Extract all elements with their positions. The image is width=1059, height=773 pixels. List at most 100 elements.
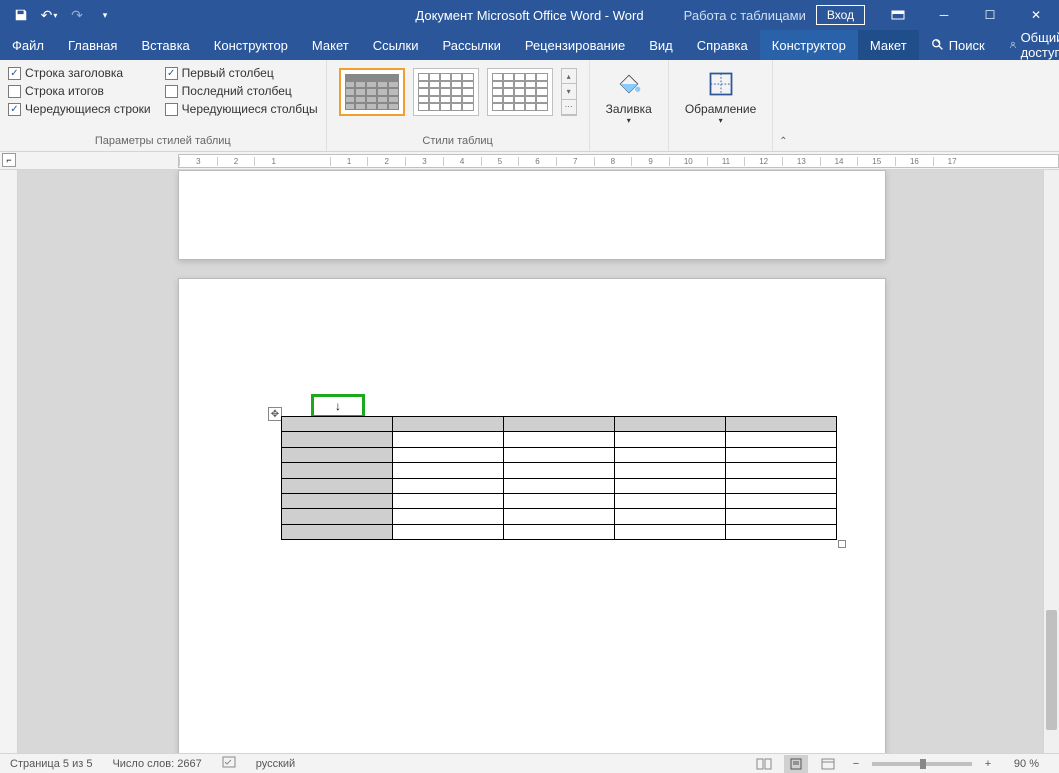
tab-references[interactable]: Ссылки <box>361 30 431 60</box>
ribbon-display-icon[interactable] <box>875 0 921 30</box>
table-cell[interactable] <box>726 447 837 462</box>
table-cell[interactable] <box>615 432 726 447</box>
scrollbar-thumb[interactable] <box>1046 610 1057 730</box>
borders-button[interactable]: Обрамление ▾ <box>677 64 764 129</box>
table-style-1[interactable] <box>339 68 405 116</box>
table-cell[interactable] <box>726 509 837 524</box>
group-style-options: Параметры стилей таблиц <box>8 135 318 149</box>
table-cell[interactable] <box>393 463 504 478</box>
table-cell[interactable] <box>726 493 837 508</box>
table-cell[interactable] <box>504 417 615 432</box>
table-cell[interactable] <box>726 524 837 539</box>
table-cell[interactable] <box>393 447 504 462</box>
table-cell[interactable] <box>282 417 393 432</box>
login-button[interactable]: Вход <box>816 5 865 25</box>
table-cell[interactable] <box>615 524 726 539</box>
table-cell[interactable] <box>615 509 726 524</box>
maximize-icon[interactable]: ☐ <box>967 0 1013 30</box>
table-cell[interactable] <box>393 524 504 539</box>
tab-view[interactable]: Вид <box>637 30 685 60</box>
close-icon[interactable]: ✕ <box>1013 0 1059 30</box>
search-button[interactable]: Поиск <box>919 30 997 60</box>
table-cell[interactable] <box>504 447 615 462</box>
zoom-slider[interactable] <box>872 762 972 766</box>
zoom-level[interactable]: 90 % <box>1004 758 1049 770</box>
table-style-3[interactable] <box>487 68 553 116</box>
table-cell[interactable] <box>504 478 615 493</box>
tab-layout[interactable]: Макет <box>300 30 361 60</box>
tab-insert[interactable]: Вставка <box>129 30 201 60</box>
view-read-icon[interactable] <box>752 755 776 773</box>
tab-home[interactable]: Главная <box>56 30 129 60</box>
table-cell[interactable] <box>282 432 393 447</box>
tab-table-design[interactable]: Конструктор <box>760 30 858 60</box>
tab-selector[interactable]: ⌐ <box>2 153 16 167</box>
table-cell[interactable] <box>726 463 837 478</box>
view-print-icon[interactable] <box>784 755 808 773</box>
table-cell[interactable] <box>726 417 837 432</box>
vertical-ruler[interactable] <box>0 170 18 753</box>
table-cell[interactable] <box>393 509 504 524</box>
table-styles-gallery[interactable]: ▴▾⋯ <box>335 64 581 120</box>
tab-design[interactable]: Конструктор <box>202 30 300 60</box>
table-style-2[interactable] <box>413 68 479 116</box>
table-cell[interactable] <box>504 524 615 539</box>
table-cell[interactable] <box>615 417 726 432</box>
table-cell[interactable] <box>615 447 726 462</box>
tab-file[interactable]: Файл <box>0 30 56 60</box>
status-page[interactable]: Страница 5 из 5 <box>0 758 102 770</box>
check-total-row[interactable]: Строка итогов <box>8 84 151 98</box>
table-cell[interactable] <box>282 493 393 508</box>
qat-customize-icon[interactable]: ▾ <box>92 2 118 28</box>
table-cell[interactable] <box>615 478 726 493</box>
table-cell[interactable] <box>726 478 837 493</box>
table-cell[interactable] <box>504 463 615 478</box>
table-cell[interactable] <box>615 463 726 478</box>
table-cell[interactable] <box>504 493 615 508</box>
page-previous <box>178 170 886 260</box>
check-first-col[interactable]: ✓Первый столбец <box>165 66 318 80</box>
table-cell[interactable] <box>615 493 726 508</box>
table-cell[interactable] <box>726 432 837 447</box>
shading-button[interactable]: Заливка ▾ <box>598 64 660 129</box>
check-last-col[interactable]: Последний столбец <box>165 84 318 98</box>
horizontal-ruler[interactable]: 3211234567891011121314151617 <box>178 154 1059 168</box>
table-move-handle[interactable]: ✥ <box>268 407 282 421</box>
tab-review[interactable]: Рецензирование <box>513 30 637 60</box>
table-cell[interactable] <box>282 447 393 462</box>
table-cell[interactable] <box>282 478 393 493</box>
table-cell[interactable] <box>504 509 615 524</box>
view-web-icon[interactable] <box>816 755 840 773</box>
borders-icon <box>705 68 737 100</box>
table-cell[interactable] <box>393 478 504 493</box>
column-select-cursor <box>311 394 365 418</box>
redo-icon[interactable]: ↷ <box>64 2 90 28</box>
table-cell[interactable] <box>282 509 393 524</box>
collapse-ribbon-icon[interactable]: ⌃ <box>773 60 793 151</box>
zoom-out-button[interactable]: − <box>848 758 864 770</box>
table-cell[interactable] <box>504 432 615 447</box>
save-icon[interactable] <box>8 2 34 28</box>
table-cell[interactable] <box>393 493 504 508</box>
vertical-scrollbar[interactable] <box>1043 170 1059 753</box>
table-cell[interactable] <box>282 524 393 539</box>
share-button[interactable]: Общий доступ <box>997 30 1059 60</box>
zoom-in-button[interactable]: + <box>980 758 996 770</box>
check-banded-cols[interactable]: Чередующиеся столбцы <box>165 102 318 116</box>
check-banded-rows[interactable]: ✓Чередующиеся строки <box>8 102 151 116</box>
status-word-count[interactable]: Число слов: 2667 <box>102 758 211 770</box>
spellcheck-icon[interactable] <box>212 756 246 771</box>
check-header-row[interactable]: ✓Строка заголовка <box>8 66 151 80</box>
status-language[interactable]: русский <box>246 758 305 770</box>
table-resize-handle[interactable] <box>838 540 846 548</box>
table-cell[interactable] <box>393 432 504 447</box>
table-cell[interactable] <box>282 463 393 478</box>
gallery-more-icon[interactable]: ▴▾⋯ <box>561 68 577 116</box>
tab-help[interactable]: Справка <box>685 30 760 60</box>
document-table[interactable] <box>281 416 837 540</box>
minimize-icon[interactable]: ─ <box>921 0 967 30</box>
tab-table-layout[interactable]: Макет <box>858 30 919 60</box>
undo-icon[interactable]: ↶▾ <box>36 2 62 28</box>
tab-mailings[interactable]: Рассылки <box>430 30 512 60</box>
table-cell[interactable] <box>393 417 504 432</box>
